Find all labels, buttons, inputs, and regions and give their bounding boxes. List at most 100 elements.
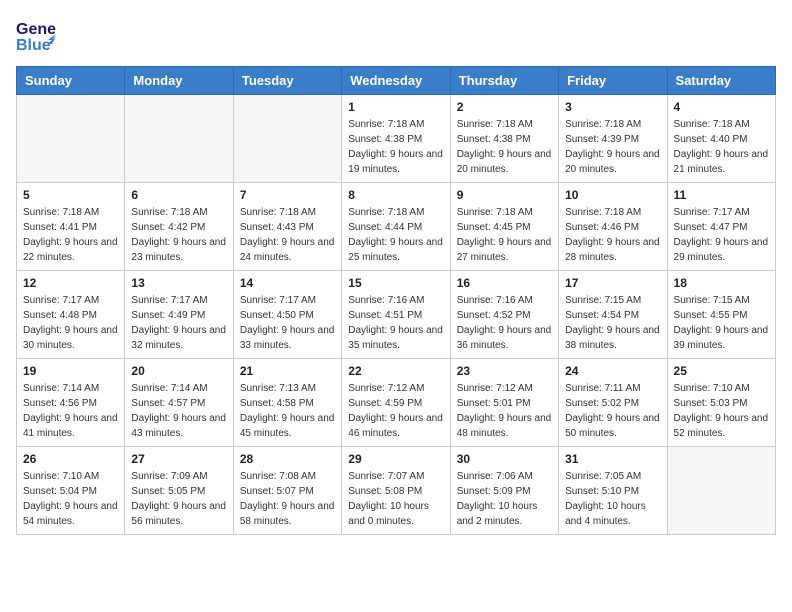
day-number: 13: [131, 276, 226, 290]
day-number: 8: [348, 188, 443, 202]
day-info: Sunrise: 7:08 AMSunset: 5:07 PMDaylight:…: [240, 469, 335, 529]
calendar-cell: 3 Sunrise: 7:18 AMSunset: 4:39 PMDaylight…: [559, 95, 667, 183]
calendar-week-row: 26 Sunrise: 7:10 AMSunset: 5:04 PMDayligh…: [17, 447, 776, 535]
calendar-cell: 12 Sunrise: 7:17 AMSunset: 4:48 PMDayligh…: [17, 271, 125, 359]
day-number: 17: [565, 276, 660, 290]
day-number: 5: [23, 188, 118, 202]
calendar-cell: 6 Sunrise: 7:18 AMSunset: 4:42 PMDaylight…: [125, 183, 233, 271]
calendar-week-row: 1 Sunrise: 7:18 AMSunset: 4:38 PMDaylight…: [17, 95, 776, 183]
weekday-header: Thursday: [450, 67, 558, 95]
weekday-header: Sunday: [17, 67, 125, 95]
day-info: Sunrise: 7:05 AMSunset: 5:10 PMDaylight:…: [565, 469, 660, 529]
calendar-cell: 26 Sunrise: 7:10 AMSunset: 5:04 PMDayligh…: [17, 447, 125, 535]
calendar-cell: [667, 447, 775, 535]
day-number: 4: [674, 100, 769, 114]
calendar-cell: 19Sunrise: 7:14 AMSunset: 4:56 PMDayligh…: [17, 359, 125, 447]
day-number: 15: [348, 276, 443, 290]
day-info: Sunrise: 7:10 AMSunset: 5:03 PMDaylight:…: [674, 381, 769, 441]
calendar-cell: 9Sunrise: 7:18 AMSunset: 4:45 PMDaylight…: [450, 183, 558, 271]
day-number: 26: [23, 452, 118, 466]
calendar-cell: 4Sunrise: 7:18 AMSunset: 4:40 PMDaylight…: [667, 95, 775, 183]
weekday-header: Monday: [125, 67, 233, 95]
day-number: 21: [240, 364, 335, 378]
calendar-cell: 23Sunrise: 7:12 AMSunset: 5:01 PMDayligh…: [450, 359, 558, 447]
logo: General Blue: [16, 16, 56, 54]
calendar-cell: 16Sunrise: 7:16 AMSunset: 4:52 PMDayligh…: [450, 271, 558, 359]
day-number: 24: [565, 364, 660, 378]
day-info: Sunrise: 7:15 AMSunset: 4:54 PMDaylight:…: [565, 293, 660, 353]
day-number: 3: [565, 100, 660, 114]
day-info: Sunrise: 7:14 AMSunset: 4:57 PMDaylight:…: [131, 381, 226, 441]
calendar-cell: 17 Sunrise: 7:15 AMSunset: 4:54 PMDayligh…: [559, 271, 667, 359]
day-number: 29: [348, 452, 443, 466]
calendar-cell: 21 Sunrise: 7:13 AMSunset: 4:58 PMDayligh…: [233, 359, 341, 447]
calendar-cell: 2Sunrise: 7:18 AMSunset: 4:38 PMDaylight…: [450, 95, 558, 183]
day-info: Sunrise: 7:18 AMSunset: 4:39 PMDaylight:…: [565, 117, 660, 177]
calendar-cell: 30 Sunrise: 7:06 AMSunset: 5:09 PMDayligh…: [450, 447, 558, 535]
day-info: Sunrise: 7:17 AMSunset: 4:47 PMDaylight:…: [674, 205, 769, 265]
weekday-header-row: SundayMondayTuesdayWednesdayThursdayFrid…: [17, 67, 776, 95]
day-number: 19: [23, 364, 118, 378]
svg-text:Blue: Blue: [16, 37, 51, 54]
day-number: 2: [457, 100, 552, 114]
day-info: Sunrise: 7:15 AMSunset: 4:55 PMDaylight:…: [674, 293, 769, 353]
day-info: Sunrise: 7:10 AMSunset: 5:04 PMDaylight:…: [23, 469, 118, 529]
day-info: Sunrise: 7:18 AMSunset: 4:38 PMDaylight:…: [348, 117, 443, 177]
day-info: Sunrise: 7:09 AMSunset: 5:05 PMDaylight:…: [131, 469, 226, 529]
day-number: 20: [131, 364, 226, 378]
day-number: 7: [240, 188, 335, 202]
weekday-header: Saturday: [667, 67, 775, 95]
day-number: 10: [565, 188, 660, 202]
day-info: Sunrise: 7:18 AMSunset: 4:41 PMDaylight:…: [23, 205, 118, 265]
calendar-cell: [233, 95, 341, 183]
day-number: 14: [240, 276, 335, 290]
day-info: Sunrise: 7:06 AMSunset: 5:09 PMDaylight:…: [457, 469, 552, 529]
day-number: 6: [131, 188, 226, 202]
day-number: 28: [240, 452, 335, 466]
calendar-cell: [17, 95, 125, 183]
day-info: Sunrise: 7:17 AMSunset: 4:50 PMDaylight:…: [240, 293, 335, 353]
page-header: General Blue: [16, 16, 776, 54]
calendar-cell: 25 Sunrise: 7:10 AMSunset: 5:03 PMDayligh…: [667, 359, 775, 447]
calendar-cell: 10 Sunrise: 7:18 AMSunset: 4:46 PMDayligh…: [559, 183, 667, 271]
day-info: Sunrise: 7:12 AMSunset: 4:59 PMDaylight:…: [348, 381, 443, 441]
calendar-cell: [125, 95, 233, 183]
day-number: 22: [348, 364, 443, 378]
calendar-cell: 11Sunrise: 7:17 AMSunset: 4:47 PMDayligh…: [667, 183, 775, 271]
calendar-cell: 29Sunrise: 7:07 AMSunset: 5:08 PMDayligh…: [342, 447, 450, 535]
weekday-header: Friday: [559, 67, 667, 95]
day-number: 16: [457, 276, 552, 290]
day-info: Sunrise: 7:16 AMSunset: 4:51 PMDaylight:…: [348, 293, 443, 353]
day-number: 30: [457, 452, 552, 466]
logo-icon: General Blue: [16, 16, 56, 54]
day-number: 25: [674, 364, 769, 378]
day-info: Sunrise: 7:18 AMSunset: 4:43 PMDaylight:…: [240, 205, 335, 265]
day-info: Sunrise: 7:17 AMSunset: 4:49 PMDaylight:…: [131, 293, 226, 353]
day-number: 9: [457, 188, 552, 202]
weekday-header: Tuesday: [233, 67, 341, 95]
calendar-cell: 22 Sunrise: 7:12 AMSunset: 4:59 PMDayligh…: [342, 359, 450, 447]
calendar-cell: 27 Sunrise: 7:09 AMSunset: 5:05 PMDayligh…: [125, 447, 233, 535]
svg-text:General: General: [16, 21, 56, 38]
calendar-cell: 18Sunrise: 7:15 AMSunset: 4:55 PMDayligh…: [667, 271, 775, 359]
day-info: Sunrise: 7:13 AMSunset: 4:58 PMDaylight:…: [240, 381, 335, 441]
calendar-cell: 15 Sunrise: 7:16 AMSunset: 4:51 PMDayligh…: [342, 271, 450, 359]
day-info: Sunrise: 7:18 AMSunset: 4:44 PMDaylight:…: [348, 205, 443, 265]
calendar-table: SundayMondayTuesdayWednesdayThursdayFrid…: [16, 66, 776, 535]
weekday-header: Wednesday: [342, 67, 450, 95]
day-number: 1: [348, 100, 443, 114]
day-number: 27: [131, 452, 226, 466]
day-info: Sunrise: 7:18 AMSunset: 4:42 PMDaylight:…: [131, 205, 226, 265]
day-number: 12: [23, 276, 118, 290]
calendar-cell: 1 Sunrise: 7:18 AMSunset: 4:38 PMDaylight…: [342, 95, 450, 183]
calendar-cell: 14 Sunrise: 7:17 AMSunset: 4:50 PMDayligh…: [233, 271, 341, 359]
calendar-week-row: 19Sunrise: 7:14 AMSunset: 4:56 PMDayligh…: [17, 359, 776, 447]
calendar-week-row: 5 Sunrise: 7:18 AMSunset: 4:41 PMDaylight…: [17, 183, 776, 271]
calendar-cell: 5 Sunrise: 7:18 AMSunset: 4:41 PMDaylight…: [17, 183, 125, 271]
calendar-cell: 28 Sunrise: 7:08 AMSunset: 5:07 PMDayligh…: [233, 447, 341, 535]
day-info: Sunrise: 7:17 AMSunset: 4:48 PMDaylight:…: [23, 293, 118, 353]
day-info: Sunrise: 7:18 AMSunset: 4:46 PMDaylight:…: [565, 205, 660, 265]
calendar-cell: 8 Sunrise: 7:18 AMSunset: 4:44 PMDaylight…: [342, 183, 450, 271]
day-info: Sunrise: 7:12 AMSunset: 5:01 PMDaylight:…: [457, 381, 552, 441]
calendar-cell: 31Sunrise: 7:05 AMSunset: 5:10 PMDayligh…: [559, 447, 667, 535]
